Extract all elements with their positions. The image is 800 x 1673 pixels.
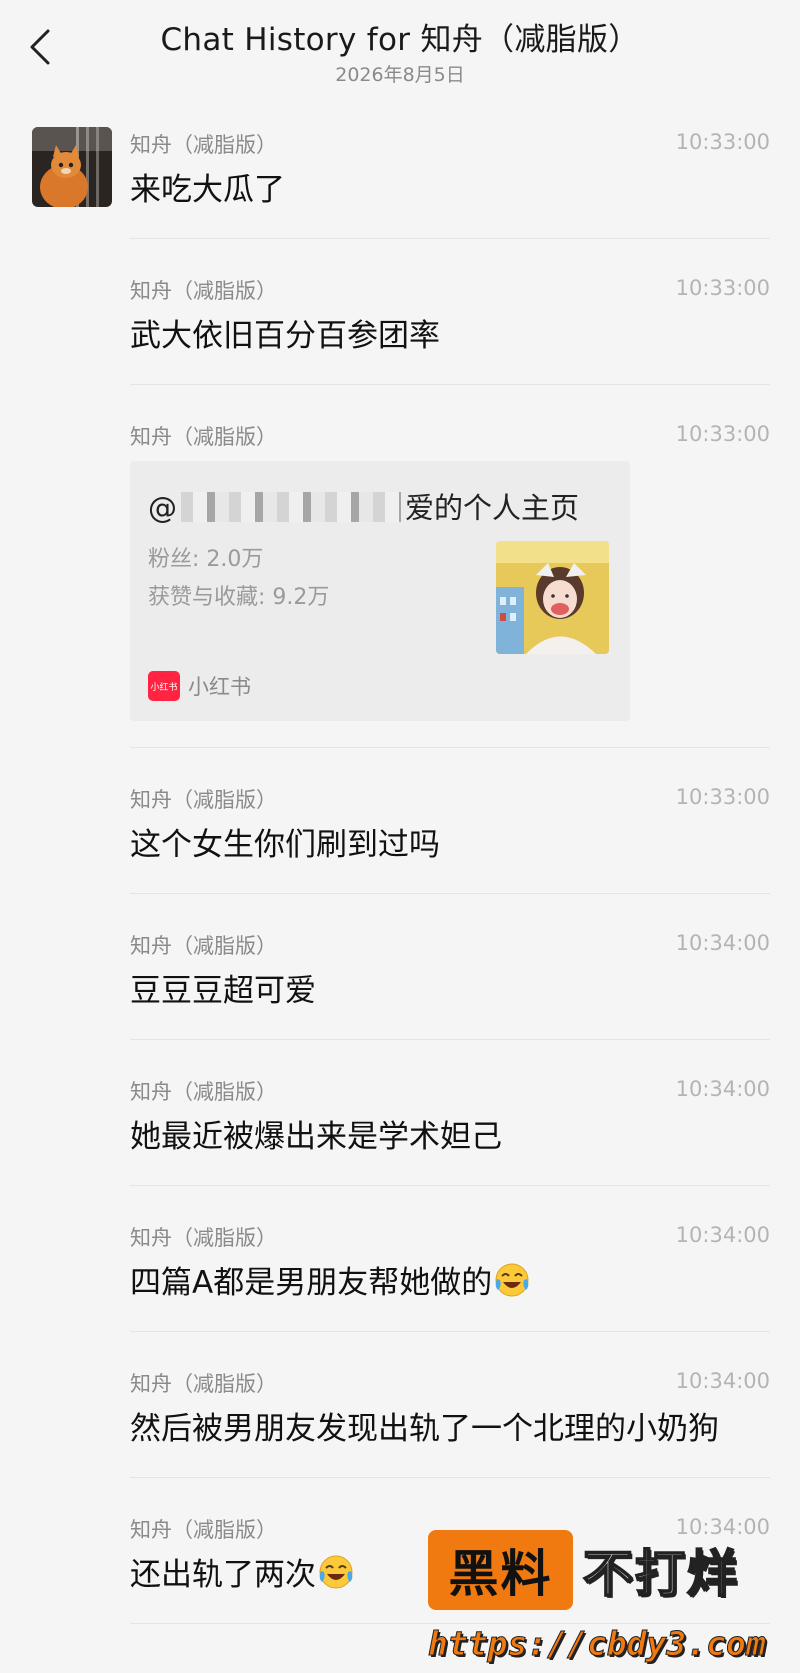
card-source-name: 小红书	[188, 675, 251, 699]
message-text-content: 四篇A都是男朋友帮她做的	[130, 1265, 493, 1301]
watermark-brand: 黑料 不打烊	[428, 1528, 790, 1612]
profile-thumbnail	[496, 541, 609, 654]
crying-laughing-emoji-icon	[495, 1263, 529, 1297]
card-followers: 粉丝: 2.0万	[148, 547, 264, 572]
message-text: 武大依旧百分百参团率	[130, 318, 440, 354]
card-likes: 获赞与收藏: 9.2万	[148, 585, 330, 610]
message-item: 知舟（减脂版） 10:34:00 豆豆豆超可爱	[130, 921, 770, 1040]
message-text: 来吃大瓜了	[130, 172, 285, 208]
message-item: 知舟（减脂版） 10:33:00 武大依旧百分百参团率	[130, 266, 770, 385]
sender-name: 知舟（减脂版）	[130, 425, 277, 449]
message-text: 豆豆豆超可爱	[130, 973, 316, 1009]
message-text: 四篇A都是男朋友帮她做的	[130, 1258, 770, 1308]
message-text: 这个女生你们刷到过吗	[130, 827, 440, 863]
card-source: 小红书 小红书	[148, 671, 251, 701]
message-time: 10:34:00	[675, 931, 770, 955]
sender-name: 知舟（减脂版）	[130, 279, 277, 303]
cat-avatar-image	[32, 127, 112, 207]
message-time: 10:33:00	[675, 422, 770, 446]
message-time: 10:34:00	[675, 1369, 770, 1393]
xiaohongshu-logo-icon: 小红书	[148, 671, 180, 701]
sender-name: 知舟（减脂版）	[130, 1080, 277, 1104]
page-title: Chat History for 知舟（减脂版）	[160, 22, 640, 58]
card-title-suffix: 爱的个人主页	[405, 491, 580, 525]
message-item: 知舟（减脂版） 10:33:00 这个女生你们刷到过吗	[130, 775, 770, 894]
sender-name: 知舟（减脂版）	[130, 1518, 277, 1542]
sender-name: 知舟（减脂版）	[130, 1226, 277, 1250]
card-title: @ 爱的个人主页	[148, 485, 579, 527]
message-time: 10:34:00	[675, 1077, 770, 1101]
watermark: 黑料 不打烊 https://cbdy3.com	[428, 1528, 790, 1668]
message-time: 10:33:00	[675, 276, 770, 300]
message-item: 知舟（减脂版） 10:34:00 她最近被爆出来是学术妲己	[130, 1067, 770, 1186]
sender-name: 知舟（减脂版）	[130, 788, 277, 812]
watermark-url: https://cbdy3.com	[428, 1624, 767, 1664]
message-time: 10:33:00	[675, 130, 770, 154]
message-item: 知舟（减脂版） 10:33:00 @ 爱的个人主页 粉丝: 2.0万 获赞与收藏:…	[130, 412, 770, 748]
message-item: 知舟（减脂版） 10:33:00 来吃大瓜了	[32, 120, 770, 239]
message-item: 知舟（减脂版） 10:34:00 然后被男朋友发现出轨了一个北理的小奶狗	[130, 1359, 770, 1478]
blurred-username	[181, 492, 401, 522]
message-time: 10:33:00	[675, 785, 770, 809]
sender-name: 知舟（减脂版）	[130, 133, 277, 157]
message-text-content: 还出轨了两次	[130, 1557, 316, 1593]
sender-name: 知舟（减脂版）	[130, 1372, 277, 1396]
girl-photo-image	[496, 541, 609, 654]
profile-share-card[interactable]: @ 爱的个人主页 粉丝: 2.0万 获赞与收藏: 9.2万 小红书 小红书	[130, 461, 630, 721]
crying-laughing-emoji-icon	[319, 1555, 353, 1589]
message-text: 她最近被爆出来是学术妲己	[130, 1119, 502, 1155]
message-time: 10:34:00	[675, 1223, 770, 1247]
message-text: 然后被男朋友发现出轨了一个北理的小奶狗	[130, 1411, 719, 1447]
message-list: 知舟（减脂版） 10:33:00 来吃大瓜了 知舟（减脂版） 10:33:00 …	[0, 120, 800, 1651]
header: Chat History for 知舟（减脂版） 2026年8月5日	[0, 0, 800, 92]
message-item: 知舟（减脂版） 10:34:00 四篇A都是男朋友帮她做的	[130, 1213, 770, 1332]
card-title-prefix: @	[148, 491, 177, 525]
chat-date: 2026年8月5日	[335, 64, 465, 86]
sender-name: 知舟（减脂版）	[130, 934, 277, 958]
watermark-box-text: 黑料	[428, 1530, 573, 1610]
watermark-rest-text: 不打烊	[582, 1544, 739, 1604]
avatar[interactable]	[32, 127, 112, 207]
